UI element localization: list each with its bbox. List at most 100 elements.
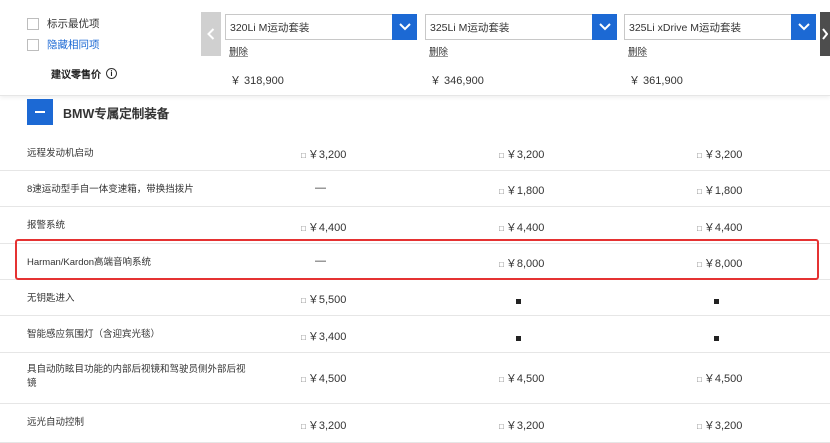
chevron-down-icon [797, 23, 810, 31]
row-cell: □ ￥4,500 [697, 370, 742, 386]
delete-model-link[interactable]: 删除 [624, 44, 816, 58]
row-cell: □ ￥3,400 [301, 328, 346, 344]
option-price: ￥3,200 [307, 149, 347, 161]
row-cell: □ ￥4,400 [697, 219, 742, 235]
scroll-left-button[interactable] [201, 12, 221, 56]
option-price: ￥3,200 [505, 419, 545, 432]
row-label: 8速运动型手自一体变速箱，带换挡拨片 [27, 184, 194, 195]
table-row: 具自动防眩目功能的内部后视镜和驾驶员侧外部后视镜 □ ￥4,500 □ ￥4,500 □ ￥… [0, 353, 830, 404]
row-cell: □ ￥3,200 [301, 146, 346, 162]
option-price: ￥3,200 [703, 149, 743, 161]
row-label: 远程发动机启动 [27, 148, 94, 159]
row-cell [714, 332, 719, 344]
table-row: Harman/Kardon高端音响系统 — □ ￥8,000 □ ￥8,000 [0, 244, 830, 280]
mark-best-checkbox[interactable] [27, 17, 39, 30]
option-mark-icon: □ [301, 375, 306, 384]
delete-model-link[interactable]: 删除 [225, 44, 417, 58]
row-cell: □ ￥4,500 [301, 370, 346, 386]
row-cell: □ ￥8,000 [499, 255, 544, 271]
table-row: 智能感应氛围灯（含迎宾光毯） □ ￥3,400 [0, 316, 830, 353]
row-cell: □ ￥3,200 [499, 146, 544, 162]
option-price: ￥4,400 [307, 221, 347, 234]
chevron-down-icon [598, 23, 611, 31]
row-label: 无钥匙进入 [27, 293, 75, 304]
row-cell: □ ￥4,400 [301, 219, 346, 235]
model-name: 325Li M运动套装 [430, 21, 510, 34]
option-price: ￥4,500 [505, 373, 545, 385]
model-select-2[interactable]: 325Li M运动套装 [425, 14, 617, 40]
chevron-left-icon [207, 28, 215, 40]
price-label: 建议零售价 i [51, 66, 117, 81]
option-mark-icon: □ [499, 187, 504, 196]
option-price: ￥8,000 [505, 258, 545, 270]
row-cell: □ ￥3,200 [499, 417, 544, 433]
option-mark-icon: □ [499, 260, 504, 269]
row-label: 具自动防眩目功能的内部后视镜和驾驶员侧外部后视镜 [27, 364, 246, 389]
model-column-2: 325Li M运动套装 删除 [425, 14, 617, 58]
option-mark-icon: □ [499, 375, 504, 384]
row-cell [516, 295, 521, 307]
standard-square-icon [714, 299, 719, 304]
model-name: 320Li M运动套装 [230, 21, 310, 34]
mark-best-option[interactable]: 标示最优项 [27, 16, 100, 31]
row-cell: — [315, 255, 326, 267]
option-price: ￥1,800 [505, 185, 545, 197]
chevron-right-icon [822, 28, 828, 40]
row-cell [714, 295, 719, 307]
option-price: ￥8,000 [703, 258, 743, 270]
mark-best-label: 标示最优项 [47, 18, 100, 30]
option-price: ￥1,800 [703, 185, 743, 197]
option-price: ￥3,200 [703, 419, 743, 432]
hide-same-checkbox[interactable] [27, 38, 39, 51]
delete-model-link[interactable]: 删除 [425, 44, 617, 58]
not-available-dash: — [315, 255, 326, 267]
table-row: 报警系统 □ ￥4,400 □ ￥4,400 □ ￥4,400 [0, 207, 830, 244]
row-label: 远光自动控制 [27, 417, 85, 428]
row-cell: □ ￥4,500 [499, 370, 544, 386]
option-mark-icon: □ [301, 332, 306, 342]
model-price-1: ￥ 318,900 [230, 75, 284, 87]
hide-same-label[interactable]: 隐藏相同项 [47, 37, 100, 52]
dropdown-button[interactable] [392, 14, 417, 40]
option-mark-icon: □ [697, 375, 702, 384]
row-cell: — [315, 182, 326, 194]
option-mark-icon: □ [697, 421, 702, 431]
option-price: ￥5,500 [307, 294, 347, 306]
model-select-1[interactable]: 320Li M运动套装 [225, 14, 417, 40]
option-mark-icon: □ [697, 187, 702, 196]
option-mark-icon: □ [697, 260, 702, 269]
compare-header: 标示最优项 隐藏相同项 建议零售价 i 320Li M运动套装 删除 325Li… [0, 0, 830, 96]
collapse-button[interactable] [27, 99, 53, 125]
option-mark-icon: □ [499, 223, 504, 233]
minus-icon [35, 111, 45, 113]
model-price-2: ￥ 346,900 [430, 75, 484, 87]
row-cell: □ ￥3,200 [697, 146, 742, 162]
scroll-right-button[interactable] [820, 12, 830, 56]
option-price: ￥3,200 [505, 149, 545, 161]
row-cell: □ ￥3,200 [301, 417, 346, 433]
dropdown-button[interactable] [791, 14, 816, 40]
price-label-text: 建议零售价 [51, 70, 101, 81]
option-price: ￥4,400 [703, 221, 743, 234]
hide-same-option[interactable]: 隐藏相同项 [27, 37, 100, 52]
row-label: Harman/Kardon高端音响系统 [27, 257, 152, 268]
option-price: ￥3,200 [307, 419, 347, 432]
row-cell: □ ￥4,400 [499, 219, 544, 235]
option-mark-icon: □ [301, 296, 306, 305]
row-label: 智能感应氛围灯（含迎宾光毯） [27, 329, 161, 340]
info-icon[interactable]: i [106, 68, 117, 79]
model-select-3[interactable]: 325Li xDrive M运动套装 [624, 14, 816, 40]
dropdown-button[interactable] [592, 14, 617, 40]
option-mark-icon: □ [697, 151, 702, 160]
option-mark-icon: □ [301, 421, 306, 431]
model-column-3: 325Li xDrive M运动套装 删除 [624, 14, 816, 58]
standard-square-icon [516, 299, 521, 304]
chevron-down-icon [398, 23, 411, 31]
section-header: BMW专属定制装备 [27, 99, 169, 125]
option-mark-icon: □ [301, 223, 306, 233]
option-price: ￥3,400 [307, 330, 347, 343]
option-mark-icon: □ [499, 151, 504, 160]
row-cell: □ ￥8,000 [697, 255, 742, 271]
section-title: BMW专属定制装备 [63, 106, 170, 121]
row-cell: □ ￥3,200 [697, 417, 742, 433]
